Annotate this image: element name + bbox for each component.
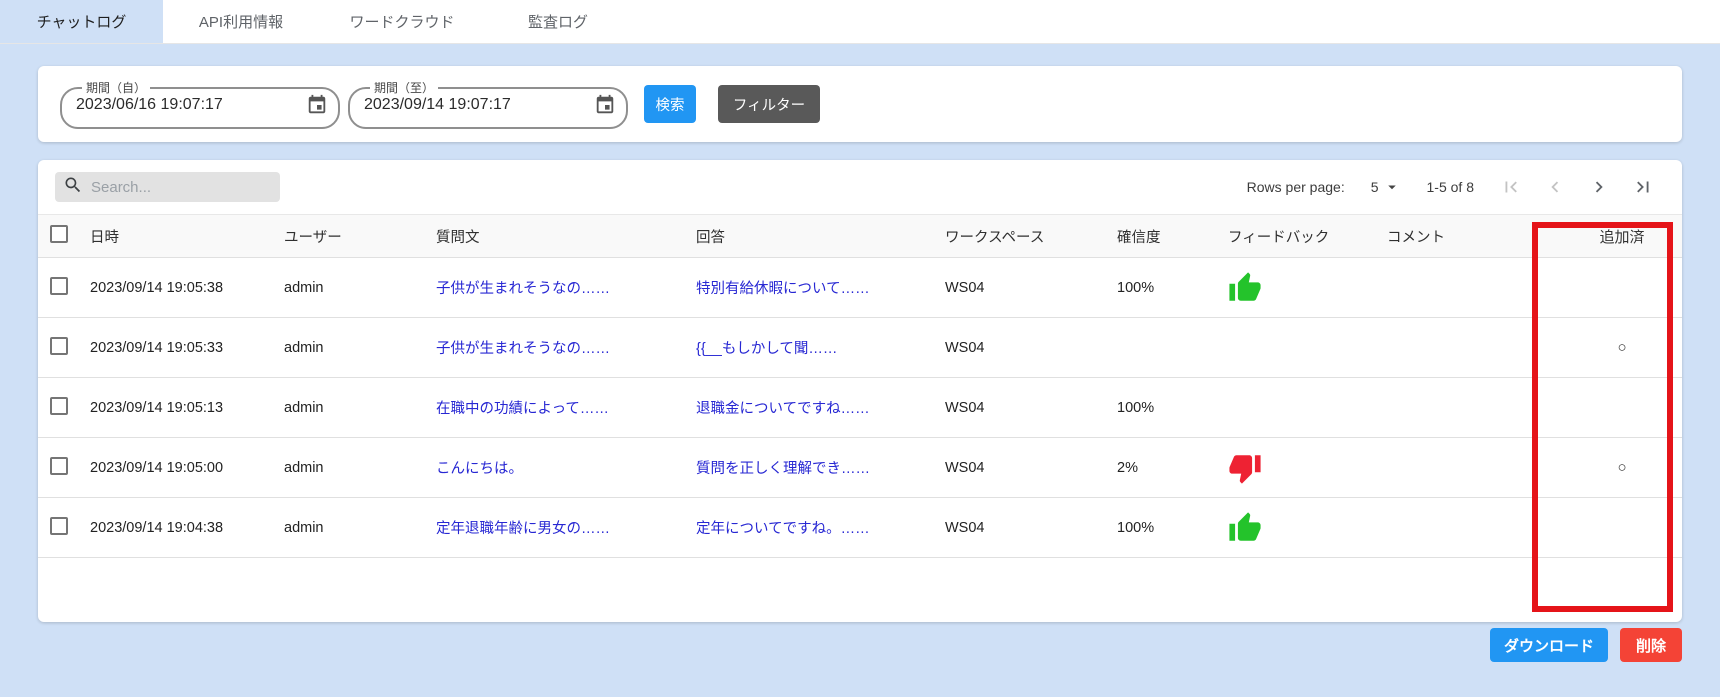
cell-answer-link[interactable]: 退職金についてですね…… — [696, 397, 945, 418]
calendar-icon[interactable] — [306, 94, 328, 116]
calendar-icon[interactable] — [594, 94, 616, 116]
cell-workspace: WS04 — [945, 280, 1117, 296]
row-checkbox[interactable] — [50, 397, 68, 415]
cell-question-link[interactable]: 定年退職年齢に男女の…… — [436, 517, 696, 538]
cell-user: admin — [284, 400, 436, 416]
pagination: Rows per page: 5 1-5 of 8 — [1247, 176, 1654, 198]
cell-feedback — [1228, 451, 1387, 485]
tab-chat-log[interactable]: チャットログ — [0, 0, 163, 43]
table-panel: Rows per page: 5 1-5 of 8 日時 ユーザー 質問文 回答… — [38, 160, 1682, 622]
row-checkbox[interactable] — [50, 457, 68, 475]
footer-actions: ダウンロード 削除 — [1490, 628, 1682, 662]
date-to-value[interactable]: 2023/09/14 19:07:17 — [364, 96, 511, 114]
cell-answer-link[interactable]: 定年についてですね。…… — [696, 517, 945, 538]
rows-per-page-value: 5 — [1371, 179, 1379, 195]
thumbs-up-icon — [1228, 271, 1262, 305]
chevron-left-icon[interactable] — [1544, 176, 1566, 198]
thumbs-down-icon — [1228, 451, 1262, 485]
col-question: 質問文 — [436, 226, 696, 247]
chevron-right-icon[interactable] — [1588, 176, 1610, 198]
tab-audit-log[interactable]: 監査ログ — [485, 0, 631, 43]
cell-answer-link[interactable]: {{__もしかして聞…… — [696, 337, 945, 358]
rows-per-page-select[interactable]: 5 — [1371, 178, 1401, 196]
row-checkbox[interactable] — [50, 337, 68, 355]
cell-confidence: 100% — [1117, 400, 1228, 416]
cell-feedback — [1228, 271, 1387, 305]
table-row: 2023/09/14 19:04:38 admin 定年退職年齢に男女の…… 定… — [38, 498, 1682, 558]
cell-confidence: 100% — [1117, 280, 1228, 296]
cell-question-link[interactable]: 在職中の功績によって…… — [436, 397, 696, 418]
thumbs-up-icon — [1228, 511, 1262, 545]
cell-feedback — [1228, 511, 1387, 545]
table-header: 日時 ユーザー 質問文 回答 ワークスペース 確信度 フィードバック コメント … — [38, 214, 1682, 258]
cell-user: admin — [284, 340, 436, 356]
date-to-label: 期間（至） — [370, 79, 438, 96]
cell-datetime: 2023/09/14 19:05:38 — [90, 280, 284, 296]
download-button[interactable]: ダウンロード — [1490, 628, 1608, 662]
table-row: 2023/09/14 19:05:13 admin 在職中の功績によって…… 退… — [38, 378, 1682, 438]
tab-bar: チャットログ API利用情報 ワードクラウド 監査ログ — [0, 0, 1720, 44]
cell-workspace: WS04 — [945, 340, 1117, 356]
rows-per-page-label: Rows per page: — [1247, 179, 1345, 195]
cell-workspace: WS04 — [945, 460, 1117, 476]
col-workspace: ワークスペース — [945, 226, 1117, 247]
search-icon — [63, 175, 83, 200]
col-confidence: 確信度 — [1117, 226, 1228, 247]
col-feedback: フィードバック — [1228, 226, 1387, 247]
table-search-input[interactable] — [91, 179, 272, 196]
col-answer: 回答 — [696, 226, 945, 247]
cell-workspace: WS04 — [945, 400, 1117, 416]
date-from-label: 期間（自） — [82, 79, 150, 96]
cell-user: admin — [284, 280, 436, 296]
cell-datetime: 2023/09/14 19:05:00 — [90, 460, 284, 476]
last-page-icon[interactable] — [1632, 176, 1654, 198]
cell-answer-link[interactable]: 特別有給休暇について…… — [696, 277, 945, 298]
cell-answer-link[interactable]: 質問を正しく理解でき…… — [696, 457, 945, 478]
table-search[interactable] — [55, 172, 280, 202]
cell-datetime: 2023/09/14 19:05:13 — [90, 400, 284, 416]
table-row: 2023/09/14 19:05:33 admin 子供が生まれそうなの…… {… — [38, 318, 1682, 378]
cell-question-link[interactable]: 子供が生まれそうなの…… — [436, 277, 696, 298]
cell-user: admin — [284, 460, 436, 476]
row-checkbox[interactable] — [50, 277, 68, 295]
first-page-icon[interactable] — [1500, 176, 1522, 198]
pagination-range: 1-5 of 8 — [1427, 179, 1474, 195]
cell-user: admin — [284, 520, 436, 536]
date-to-field[interactable]: 期間（至） 2023/09/14 19:07:17 — [348, 79, 628, 129]
cell-added: ○ — [1572, 459, 1672, 476]
cell-question-link[interactable]: こんにちは。 — [436, 457, 696, 478]
cell-question-link[interactable]: 子供が生まれそうなの…… — [436, 337, 696, 358]
cell-datetime: 2023/09/14 19:04:38 — [90, 520, 284, 536]
search-button[interactable]: 検索 — [644, 85, 696, 123]
table-row: 2023/09/14 19:05:38 admin 子供が生まれそうなの…… 特… — [38, 258, 1682, 318]
select-all-checkbox[interactable] — [50, 225, 68, 243]
cell-datetime: 2023/09/14 19:05:33 — [90, 340, 284, 356]
cell-confidence: 2% — [1117, 460, 1228, 476]
cell-confidence: 100% — [1117, 520, 1228, 536]
date-from-field[interactable]: 期間（自） 2023/06/16 19:07:17 — [60, 79, 340, 129]
cell-workspace: WS04 — [945, 520, 1117, 536]
filter-button[interactable]: フィルター — [718, 85, 820, 123]
table-toolbar: Rows per page: 5 1-5 of 8 — [38, 160, 1682, 214]
filter-panel: 期間（自） 2023/06/16 19:07:17 期間（至） 2023/09/… — [38, 66, 1682, 142]
col-user: ユーザー — [284, 226, 436, 247]
col-added: 追加済 — [1572, 226, 1672, 247]
table-row: 2023/09/14 19:05:00 admin こんにちは。 質問を正しく理… — [38, 438, 1682, 498]
row-checkbox[interactable] — [50, 517, 68, 535]
col-datetime: 日時 — [90, 226, 284, 247]
tab-word-cloud[interactable]: ワードクラウド — [319, 0, 485, 43]
date-from-value[interactable]: 2023/06/16 19:07:17 — [76, 96, 223, 114]
col-comment: コメント — [1387, 226, 1572, 247]
chevron-down-icon — [1383, 178, 1401, 196]
cell-added: ○ — [1572, 339, 1672, 356]
tab-api-usage[interactable]: API利用情報 — [163, 0, 319, 43]
table-body: 2023/09/14 19:05:38 admin 子供が生まれそうなの…… 特… — [38, 258, 1682, 558]
delete-button[interactable]: 削除 — [1620, 628, 1682, 662]
